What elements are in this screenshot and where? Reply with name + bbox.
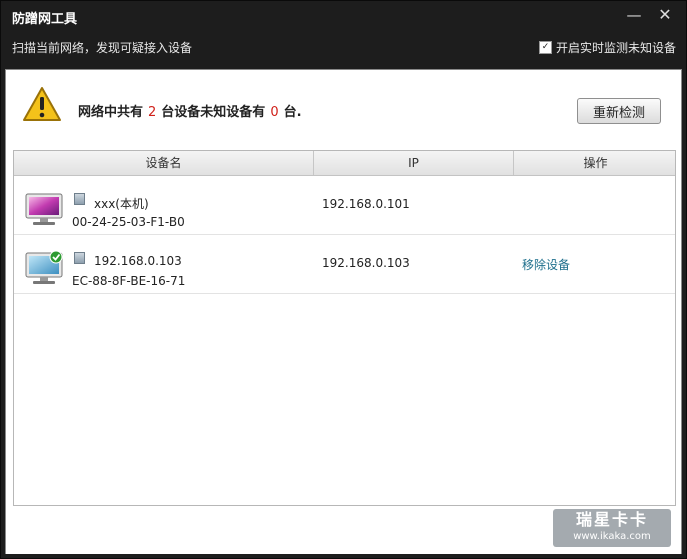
summary-suffix: 台. xyxy=(283,105,302,120)
watermark-brand: 瑞星卡卡 xyxy=(575,510,648,529)
table-header: 设备名 IP 操作 xyxy=(14,151,675,176)
summary-middle: 台设备未知设备有 xyxy=(161,105,266,120)
realtime-monitor-label: 开启实时监测未知设备 xyxy=(555,41,676,55)
device-mac: EC-88-8F-BE-16-71 xyxy=(72,274,186,288)
remove-device-link[interactable]: 移除设备 xyxy=(522,256,570,273)
close-button[interactable]: ✕ xyxy=(654,5,676,25)
summary-prefix: 网络中共有 xyxy=(78,105,144,120)
scan-summary: 网络中共有 2 台设备未知设备有 0 台. xyxy=(78,101,302,120)
total-device-count: 2 xyxy=(148,105,157,120)
table-row[interactable]: xxx(本机) 00-24-25-03-F1-B0 192.168.0.101 xyxy=(14,176,675,235)
trusted-monitor-icon xyxy=(25,251,63,284)
column-header-ip[interactable]: IP xyxy=(314,151,514,175)
realtime-monitor-checkbox[interactable]: ✓ xyxy=(538,41,552,54)
column-header-device-name[interactable]: 设备名 xyxy=(14,151,314,175)
description-text: 扫描当前网络，发现可疑接入设备 xyxy=(12,41,193,55)
realtime-monitor-toggle[interactable]: ✓ 开启实时监测未知设备 xyxy=(538,39,676,56)
warning-icon xyxy=(23,87,61,121)
unknown-device-count: 0 xyxy=(270,105,279,120)
device-mac: 00-24-25-03-F1-B0 xyxy=(72,215,185,229)
description-bar: 扫描当前网络，发现可疑接入设备 ✓ 开启实时监测未知设备 xyxy=(1,31,686,67)
watermark-logo: 瑞星卡卡 www.ikaka.com xyxy=(553,509,671,547)
window-title: 防蹭网工具 xyxy=(12,12,78,27)
watermark-url: www.ikaka.com xyxy=(573,531,651,542)
device-tag-icon xyxy=(74,193,85,205)
title-bar: 防蹭网工具 — ✕ xyxy=(1,1,686,31)
main-panel: 网络中共有 2 台设备未知设备有 0 台. 重新检测 设备名 IP 操作 xxx… xyxy=(5,69,682,554)
app-window: 防蹭网工具 — ✕ 扫描当前网络，发现可疑接入设备 ✓ 开启实时监测未知设备 网… xyxy=(0,0,687,559)
device-table: 设备名 IP 操作 xxx(本机) 00-24-25-03-F1-B0 192.… xyxy=(13,150,676,506)
table-row[interactable]: 192.168.0.103 EC-88-8F-BE-16-71 192.168.… xyxy=(14,235,675,294)
device-tag-icon xyxy=(74,252,85,264)
recheck-button[interactable]: 重新检测 xyxy=(577,98,661,124)
device-name: 192.168.0.103 xyxy=(94,254,182,268)
device-ip: 192.168.0.101 xyxy=(322,197,410,211)
device-ip: 192.168.0.103 xyxy=(322,256,410,270)
device-name: xxx(本机) xyxy=(94,197,149,211)
minimize-button[interactable]: — xyxy=(623,5,645,25)
computer-icon xyxy=(25,193,63,225)
column-header-action[interactable]: 操作 xyxy=(514,151,677,175)
